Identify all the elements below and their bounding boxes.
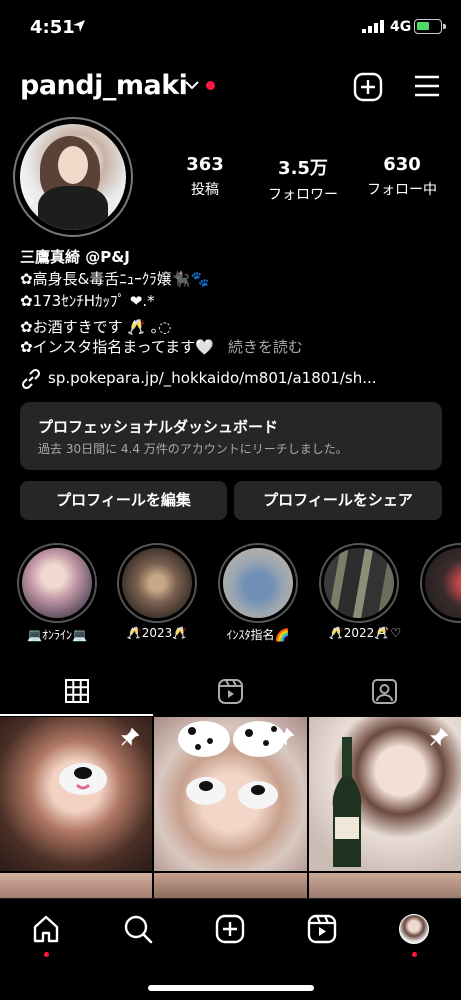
network-label: 4G bbox=[390, 19, 412, 35]
post-thumbnail[interactable] bbox=[0, 873, 152, 899]
stat-followers-label: フォロワー bbox=[268, 187, 338, 203]
status-bar: 4:51 4G bbox=[0, 0, 461, 54]
stat-following-value: 630 bbox=[383, 154, 421, 175]
bio-line-with-more: ✿インスタ指名まってます🤍 続きを読む bbox=[20, 336, 303, 358]
menu-icon[interactable] bbox=[413, 74, 441, 98]
reels-icon[interactable] bbox=[217, 678, 244, 705]
pin-icon bbox=[121, 727, 140, 746]
link-icon bbox=[21, 368, 41, 390]
profile-notification-dot bbox=[412, 952, 417, 957]
stat-posts[interactable]: 363 投稿 bbox=[155, 154, 255, 199]
edit-profile-button[interactable]: プロフィールを編集 bbox=[20, 481, 227, 520]
dashboard-title: プロフェッショナルダッシュボード bbox=[38, 418, 279, 436]
share-profile-button[interactable]: プロフィールをシェア bbox=[234, 481, 442, 520]
highlight-label: ｲﾝｽﾀ指名🌈 bbox=[226, 628, 290, 642]
battery-icon bbox=[414, 19, 446, 34]
create-icon[interactable] bbox=[215, 914, 245, 944]
profile-avatar[interactable] bbox=[399, 914, 429, 944]
highlight-label: 💻ｵﾝﾗｲﾝ💻 bbox=[27, 628, 87, 642]
stat-followers-value: 3.5万 bbox=[278, 158, 328, 179]
bio-line: ✿高身長&毒舌ﾆｭｰｸﾗ嬢🐈‍⬛🐾 bbox=[20, 270, 210, 288]
bio-line: ✿173ｾﾝﾁHｶｯﾌﾟ ❤︎.* bbox=[20, 292, 155, 310]
highlight-label: -`♡ bbox=[380, 626, 402, 640]
read-more-link[interactable]: 続きを読む bbox=[228, 338, 303, 356]
notification-dot bbox=[206, 81, 215, 90]
professional-dashboard-card[interactable]: プロフェッショナルダッシュボード 過去 30日間に 4.4 万件のアカウントにリ… bbox=[20, 402, 442, 470]
home-indicator bbox=[148, 985, 314, 991]
chevron-down-icon[interactable] bbox=[184, 79, 200, 91]
signal-icon bbox=[362, 20, 384, 33]
post-thumbnail[interactable] bbox=[309, 873, 461, 899]
username-title[interactable]: pandj_maki bbox=[20, 70, 188, 101]
status-time: 4:51 bbox=[30, 17, 75, 38]
active-tab-indicator bbox=[0, 714, 153, 716]
profile-link[interactable]: sp.pokepara.jp/_hokkaido/m801/a1801/sh..… bbox=[48, 369, 377, 387]
pin-icon bbox=[276, 727, 295, 746]
bio-line: ✿インスタ指名まってます🤍 bbox=[20, 338, 214, 356]
stat-followers[interactable]: 3.5万 フォロワー bbox=[253, 154, 353, 204]
search-icon[interactable] bbox=[123, 914, 153, 944]
post-thumbnail[interactable] bbox=[154, 873, 307, 899]
reels-icon[interactable] bbox=[307, 914, 337, 944]
profile-tabs bbox=[0, 668, 461, 716]
home-notification-dot bbox=[44, 952, 49, 957]
home-icon[interactable] bbox=[31, 914, 61, 944]
grid-icon[interactable] bbox=[64, 678, 90, 704]
post-thumbnail[interactable] bbox=[154, 717, 307, 871]
post-thumbnail[interactable] bbox=[0, 717, 152, 871]
dashboard-subtitle: 過去 30日間に 4.4 万件のアカウントにリーチしました。 bbox=[38, 442, 348, 456]
highlight-label: 🥂2023🥂 bbox=[126, 626, 188, 640]
profile-name: 三鷹真綺 @P&J bbox=[20, 248, 130, 266]
tagged-icon[interactable] bbox=[371, 678, 398, 705]
stat-posts-label: 投稿 bbox=[191, 182, 219, 198]
create-post-icon[interactable] bbox=[353, 72, 383, 102]
pin-icon bbox=[430, 727, 449, 746]
stat-following-label: フォロー中 bbox=[367, 182, 437, 198]
stat-following[interactable]: 630 フォロー中 bbox=[352, 154, 452, 199]
stat-posts-value: 363 bbox=[186, 154, 224, 175]
avatar-ring bbox=[13, 117, 133, 237]
bio-line: ✿お酒すきです 🥂 ｡◌ bbox=[20, 318, 172, 336]
post-thumbnail[interactable] bbox=[309, 717, 461, 871]
location-arrow-icon bbox=[73, 20, 85, 32]
